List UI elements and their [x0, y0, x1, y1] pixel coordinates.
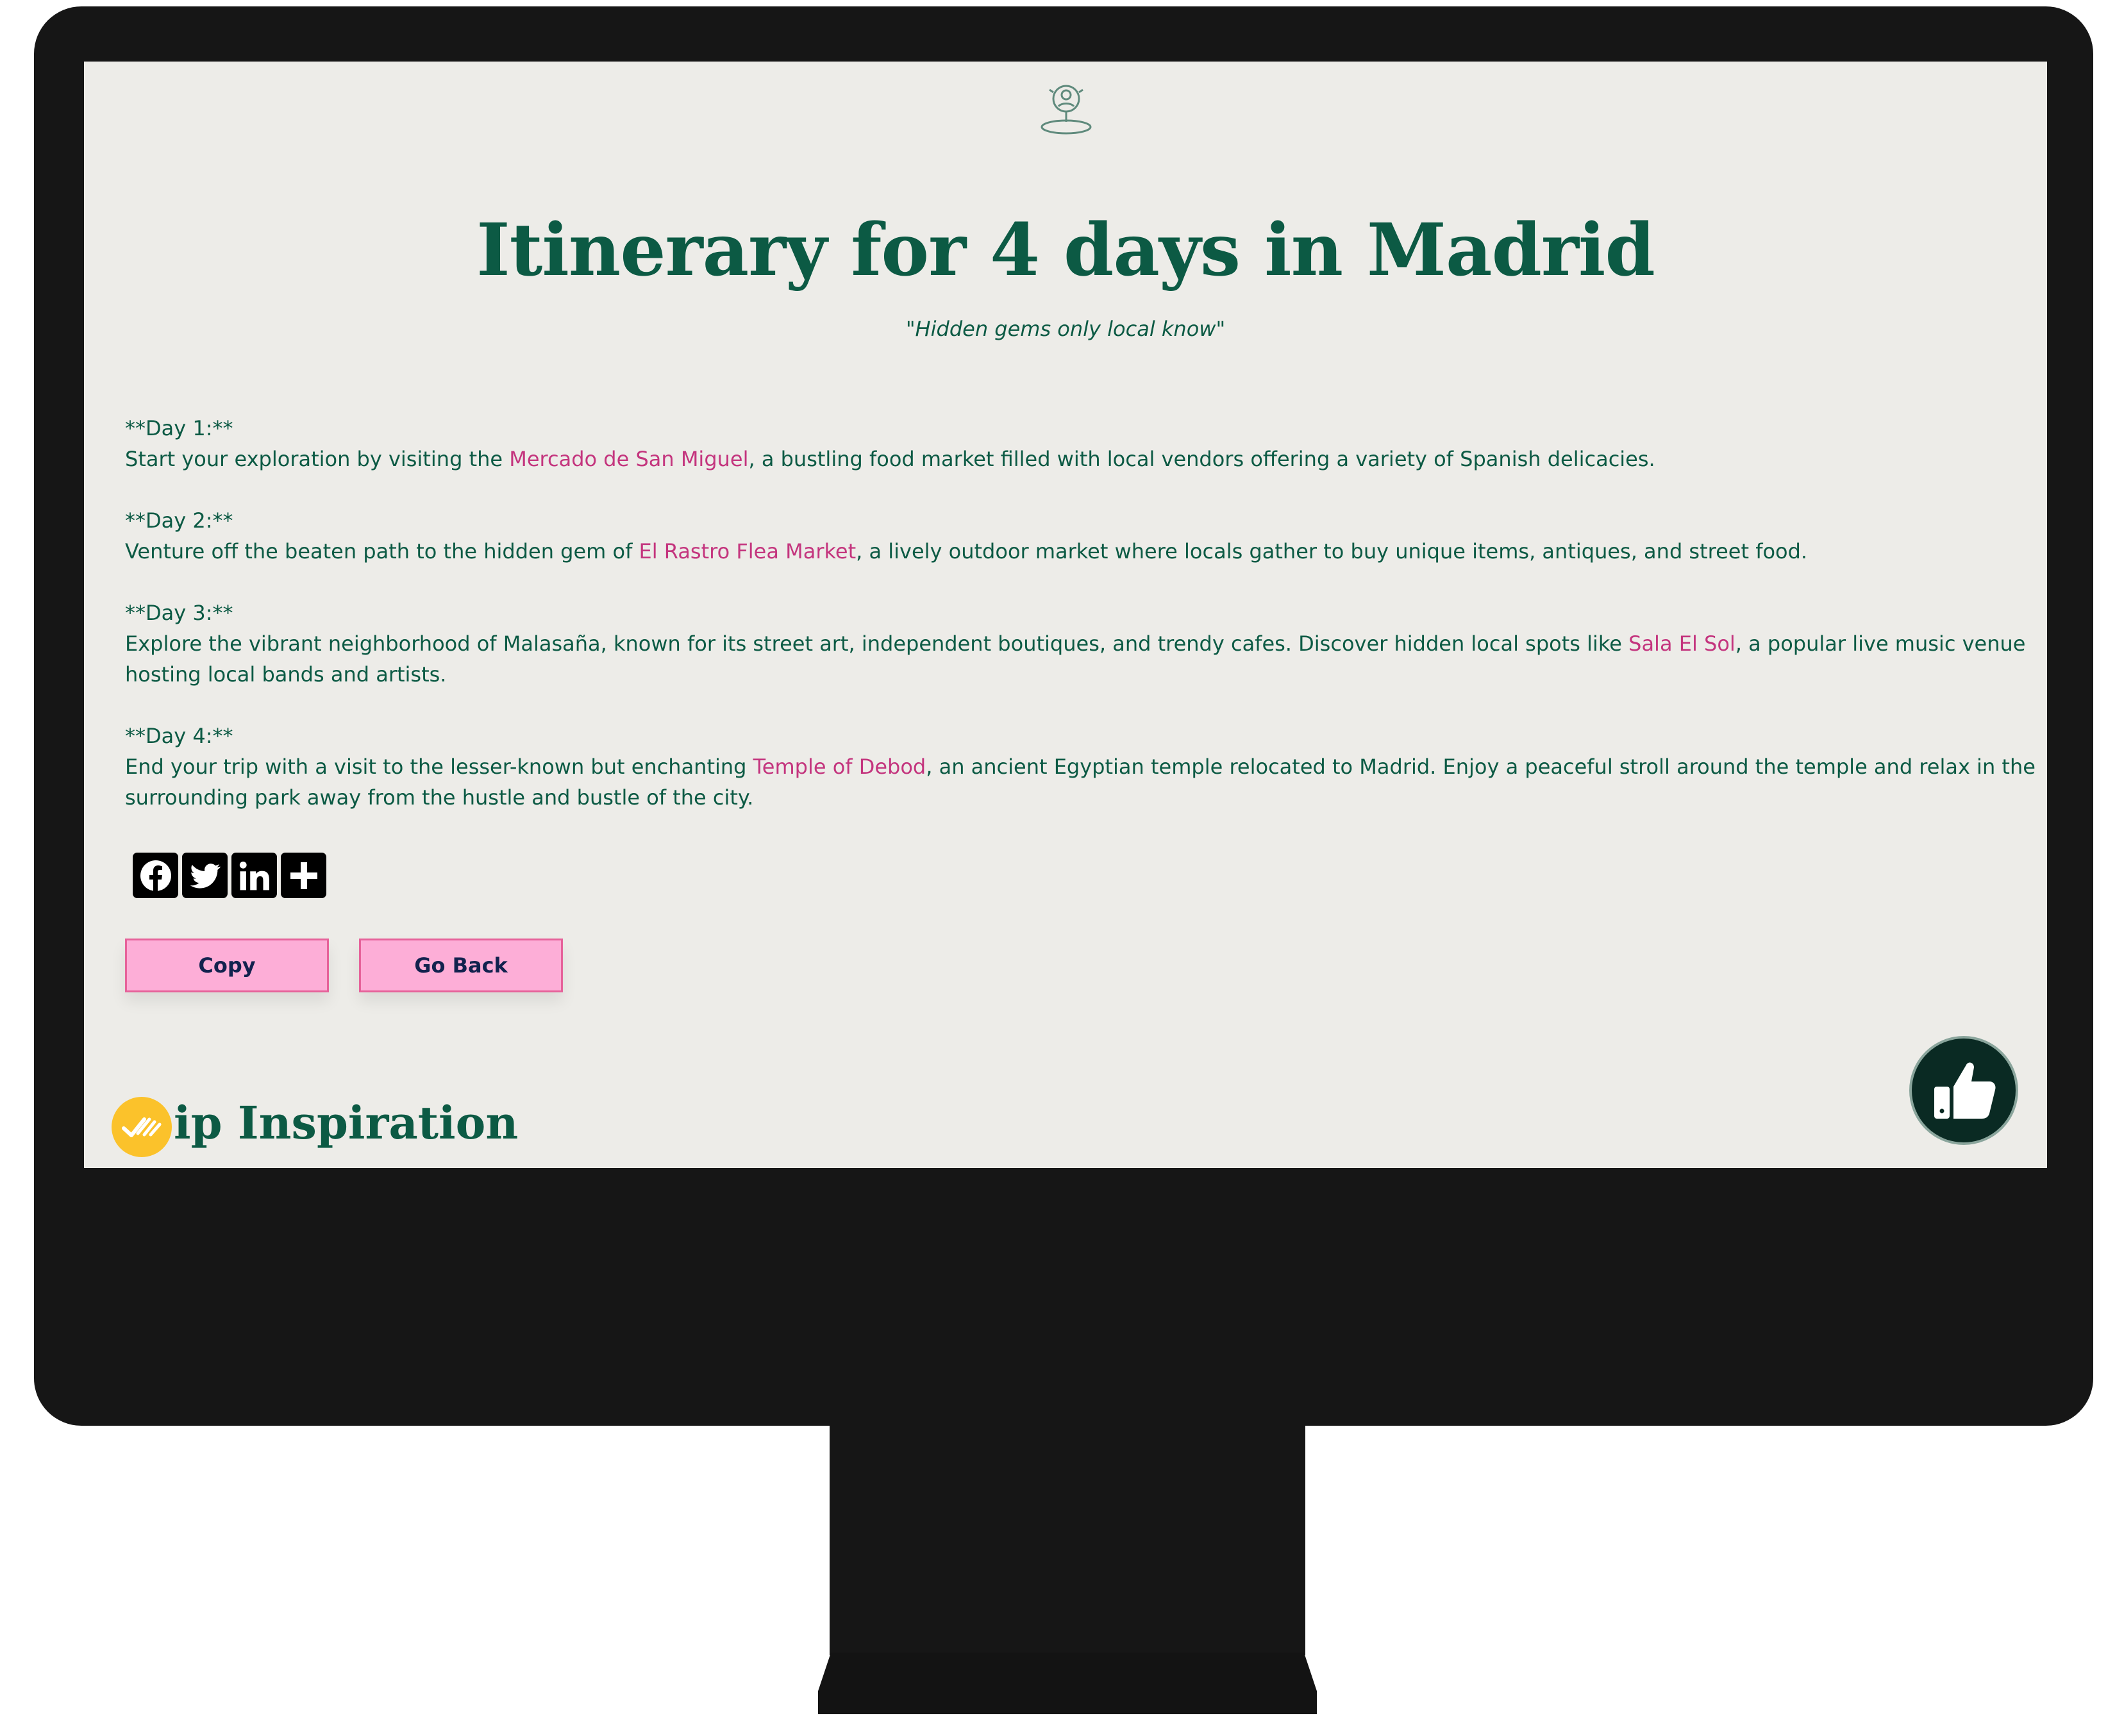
place-link[interactable]: Mercado de San Miguel [509, 447, 748, 471]
facebook-icon [140, 860, 171, 891]
day-text: End your trip with a visit to the lesser… [125, 755, 753, 779]
day-heading: **Day 1:** [125, 416, 233, 440]
page-subtitle: "Hidden gems only local know" [905, 317, 1226, 341]
day-text: , a bustling food market filled with loc… [748, 447, 1655, 471]
go-back-button[interactable]: Go Back [359, 939, 563, 992]
share-bar [133, 853, 326, 899]
location-pin-person-icon [1035, 77, 1097, 138]
day-text: Venture off the beaten path to the hidde… [125, 539, 639, 563]
thumbs-up-icon [1934, 1062, 1996, 1119]
plus-icon [290, 862, 317, 889]
day-section: **Day 4:** End your trip with a visit to… [125, 721, 2042, 813]
place-link[interactable]: El Rastro Flea Market [639, 539, 857, 563]
linkedin-icon [239, 861, 269, 890]
monitor-stand-neck [830, 1424, 1305, 1655]
screen: Itinerary for 4 days in Madrid "Hidden g… [84, 62, 2047, 1168]
day-text: Explore the vibrant neighborhood of Mala… [125, 631, 1629, 656]
day-description: Start your exploration by visiting the M… [125, 444, 2042, 474]
day-section: **Day 2:** Venture off the beaten path t… [125, 505, 2042, 567]
day-description: End your trip with a visit to the lesser… [125, 751, 2042, 813]
place-link[interactable]: Temple of Debod [753, 755, 926, 779]
monitor-stand-foot [818, 1653, 1317, 1714]
feedback-button[interactable] [1909, 1036, 2018, 1145]
day-section: **Day 3:** Explore the vibrant neighborh… [125, 597, 2042, 690]
linkedin-share-button[interactable] [231, 853, 277, 898]
twitter-share-button[interactable] [182, 853, 228, 898]
page-title: Itinerary for 4 days in Madrid [476, 208, 1655, 292]
checkmark-badge-icon[interactable] [110, 1095, 174, 1159]
day-section: **Day 1:** Start your exploration by vis… [125, 413, 2042, 474]
more-share-button[interactable] [281, 853, 326, 898]
place-link[interactable]: Sala El Sol [1628, 631, 1735, 656]
day-description: Venture off the beaten path to the hidde… [125, 536, 2042, 567]
twitter-icon [190, 863, 221, 889]
day-description: Explore the vibrant neighborhood of Mala… [125, 628, 2042, 690]
day-heading: **Day 3:** [125, 601, 233, 625]
itinerary-content: **Day 1:** Start your exploration by vis… [125, 413, 2042, 844]
day-heading: **Day 2:** [125, 508, 233, 533]
day-heading: **Day 4:** [125, 724, 233, 748]
brand-logo-text[interactable]: ip Inspiration [174, 1091, 518, 1155]
copy-button[interactable]: Copy [125, 939, 329, 992]
facebook-share-button[interactable] [133, 853, 178, 898]
day-text: Start your exploration by visiting the [125, 447, 510, 471]
day-text: , a lively outdoor market where locals g… [856, 539, 1808, 563]
